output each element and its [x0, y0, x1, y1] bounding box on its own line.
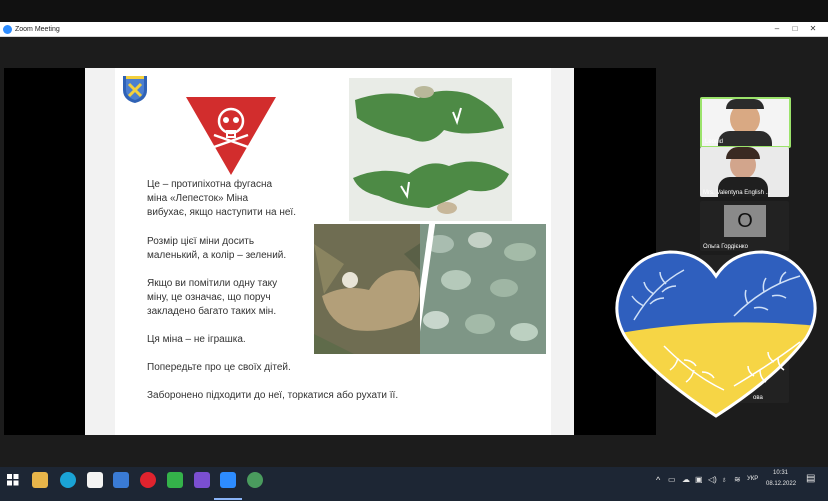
chrome-browser-icon[interactable] [247, 472, 263, 488]
slide-text-11: Заборонено підходити до неї, торкатися а… [147, 390, 399, 401]
participant-hair [726, 99, 764, 109]
zoom-active-indicator [214, 498, 242, 500]
mine-photo-top [349, 78, 512, 221]
slide-text-5: маленький, а колір – зелений. [147, 250, 287, 261]
tray-chevron-icon[interactable]: ^ [656, 475, 660, 485]
opera-browser-icon[interactable] [140, 472, 156, 488]
slide-left-margin [85, 68, 115, 435]
windows-start-icon[interactable] [7, 474, 19, 486]
mic-icon[interactable]: ♁ [721, 475, 727, 484]
wifi-icon[interactable]: ≋ [734, 475, 741, 484]
cloud-icon[interactable]: ☁ [682, 475, 690, 484]
zoom-logo-icon [3, 24, 12, 34]
clock-time[interactable]: 10:31 [773, 470, 788, 476]
ukraine-heart-overlay [615, 250, 817, 418]
slide-text-4: Розмір цієї міни досить [147, 236, 255, 247]
edge-browser-icon[interactable] [60, 472, 76, 488]
window-title: Zoom Meeting [15, 25, 60, 33]
titlebar: Zoom Meeting – □ ✕ [0, 22, 828, 37]
slide-text-10: Попередьте про це своїх дітей. [147, 362, 291, 373]
slide-text-7: міну, це означає, що поруч [147, 292, 271, 303]
whatsapp-app-icon[interactable] [167, 472, 183, 488]
battery-icon[interactable]: ▭ [668, 475, 676, 484]
participant-body [718, 131, 772, 146]
participant-tile-valentyna[interactable]: Mrs. Valentyna English ... [700, 147, 789, 197]
participant-initial-avatar: О [724, 205, 766, 237]
participant-name: Mrs. Valentyna English ... [703, 190, 771, 196]
store-icon[interactable] [87, 472, 103, 488]
slide-text-3: вибухає, якщо наступити на неї. [147, 207, 296, 218]
language-indicator[interactable]: УКР [747, 476, 758, 482]
slide-text-9: Ця міна – не іграшка. [147, 334, 246, 345]
zoom-app-icon[interactable] [220, 472, 236, 488]
shield-emblem-icon [123, 76, 147, 103]
maximize-button[interactable]: □ [786, 22, 804, 36]
slide-right-margin [551, 68, 574, 435]
participant-hair [726, 147, 760, 159]
taskbar: ^ ▭ ☁ ▣ ◁) ♁ ≋ УКР 10:31 08.12.2022 ▤ [0, 467, 828, 501]
slide-text-1: Це – протипіхотна фугасна [147, 179, 273, 190]
slide-text-2: міна «Лепесток» Міна [147, 193, 249, 204]
screen-icon[interactable]: ▣ [695, 475, 703, 484]
slide-text-6: Якщо ви помітили одну таку [147, 278, 278, 289]
volume-icon[interactable]: ◁) [708, 475, 717, 484]
participant-tile-leonid[interactable]: Leonid [700, 97, 791, 148]
window-controls: – □ ✕ [768, 22, 822, 36]
minimize-button[interactable]: – [768, 22, 786, 36]
mine-photo-leaves [420, 224, 546, 354]
top-strip [0, 0, 828, 22]
slide-text-8: закладено багато таких мін. [147, 306, 277, 317]
mail-icon[interactable] [113, 472, 129, 488]
mine-photo-field [314, 224, 434, 354]
notifications-icon[interactable]: ▤ [806, 473, 815, 484]
close-button[interactable]: ✕ [804, 22, 822, 36]
viber-app-icon[interactable] [194, 472, 210, 488]
participant-tile-olha[interactable]: О Ольга Гордієнко [700, 201, 789, 251]
danger-skull-icon [186, 97, 276, 175]
clock-date[interactable]: 08.12.2022 [766, 481, 796, 487]
file-explorer-icon[interactable] [32, 472, 48, 488]
participant-name: Leonid [705, 139, 724, 145]
